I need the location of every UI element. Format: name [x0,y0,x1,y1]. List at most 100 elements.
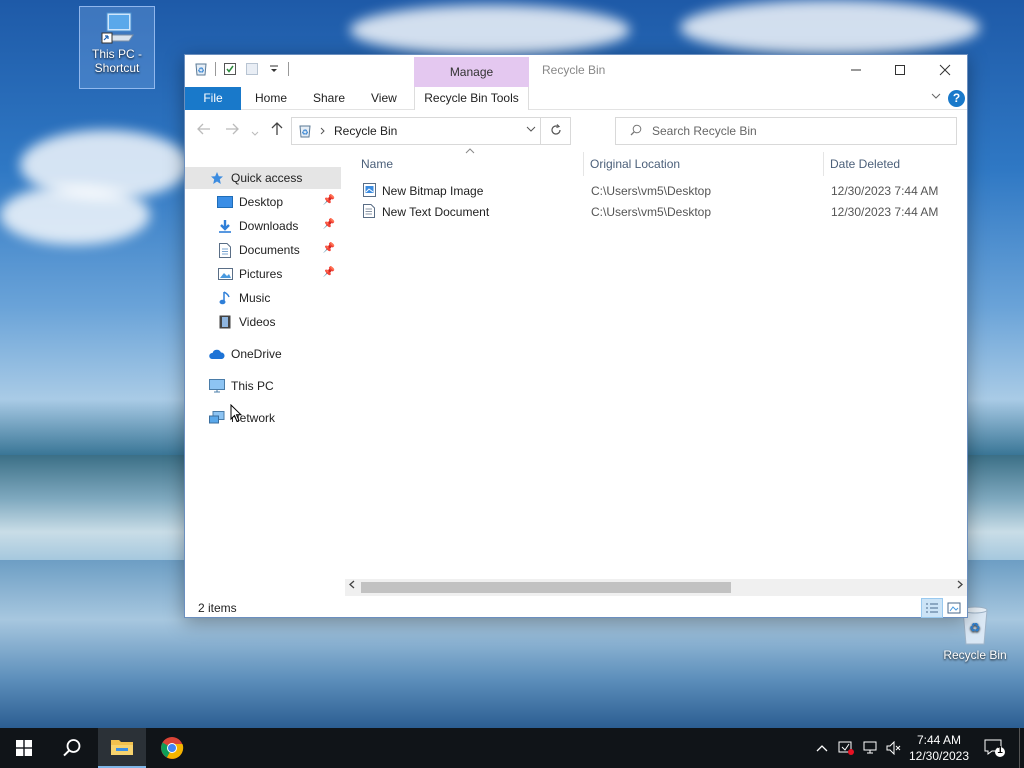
recycle-bin-small-icon: ♻ [299,125,311,138]
qat-separator [288,62,289,76]
document-icon [217,242,233,258]
pin-icon: 📌 [322,243,335,254]
up-button[interactable] [271,122,283,139]
nav-item-desktop[interactable]: Desktop 📌 [185,191,341,213]
nav-label: Pictures [239,267,283,281]
refresh-button[interactable] [540,118,570,144]
wallpaper-cloud [350,5,630,55]
search-input[interactable]: Search Recycle Bin [615,117,957,145]
item-count: 2 items [198,601,237,615]
tab-recycle-bin-tools[interactable]: Recycle Bin Tools [414,87,529,110]
file-original-location: C:\Users\vm5\Desktop [591,184,712,198]
explorer-window: ♻ Manage Recycle Bin File Home Share Vie… [184,54,968,618]
forward-arrow-icon [226,123,239,135]
scroll-right-icon[interactable] [957,580,963,592]
forward-button[interactable] [225,122,239,138]
taskbar-clock[interactable]: 7:44 AM 12/30/2023 [902,732,976,764]
tab-home[interactable]: Home [245,87,297,110]
nav-item-videos[interactable]: Videos [185,311,341,333]
text-document-icon [363,204,375,221]
address-dropdown-button[interactable] [526,124,536,136]
tab-view[interactable]: View [361,87,407,110]
film-icon [217,314,233,330]
search-icon [630,124,642,139]
show-desktop-button[interactable] [1019,728,1024,768]
clock-time: 7:44 AM [916,733,962,747]
sort-ascending-icon [465,146,475,157]
scroll-left-icon[interactable] [349,580,355,592]
ribbon-tabs: File Home Share View Recycle Bin Tools ? [185,87,967,110]
maximize-button[interactable] [877,55,923,85]
expand-ribbon-icon[interactable] [931,91,941,103]
customize-qat-icon[interactable] [266,61,282,77]
tab-file[interactable]: File [185,87,241,110]
nav-item-documents[interactable]: Documents 📌 [185,239,341,261]
nav-label: Documents [239,243,300,257]
nav-item-pictures[interactable]: Pictures 📌 [185,263,341,285]
manage-context-tab[interactable]: Manage [414,57,529,87]
breadcrumb-chevron-icon[interactable] [320,127,326,135]
nav-item-this-pc[interactable]: This PC [185,375,341,397]
pictures-icon [217,266,233,282]
close-button[interactable] [922,55,968,85]
column-divider[interactable] [823,152,824,176]
table-row[interactable]: New Text Document C:\Users\vm5\Desktop 1… [361,202,961,223]
tab-share[interactable]: Share [303,87,355,110]
volume-muted-icon[interactable] [886,728,902,768]
help-button[interactable]: ? [948,90,965,107]
computer-icon [100,12,134,44]
wallpaper-cloud [0,185,150,245]
start-button[interactable] [0,728,48,768]
minimize-button[interactable] [833,55,879,85]
wallpaper-cloud [680,0,980,55]
nav-item-music[interactable]: Music [185,287,341,309]
search-placeholder: Search Recycle Bin [652,124,757,138]
scrollbar-thumb[interactable] [361,582,731,593]
nav-label: Quick access [231,171,303,185]
navigation-pane: Quick access Desktop 📌 Downloads 📌 Docum… [185,152,341,595]
search-button[interactable] [48,728,96,768]
column-divider[interactable] [583,152,584,176]
large-icons-view-icon [947,602,961,614]
bitmap-image-icon [363,183,376,200]
desktop-icon-this-pc-shortcut[interactable]: This PC - Shortcut [79,6,155,89]
show-hidden-icons-button[interactable] [816,728,828,768]
horizontal-scrollbar[interactable] [345,579,967,596]
back-button[interactable] [197,122,211,138]
nav-item-network[interactable]: Network [185,407,341,429]
taskbar-chrome[interactable] [148,728,196,768]
clock-date: 12/30/2023 [908,749,970,763]
taskbar-file-explorer[interactable] [98,728,146,768]
nav-label: Desktop [239,195,284,209]
column-header-date-deleted[interactable]: Date Deleted [830,152,900,176]
music-note-icon [217,290,233,306]
nav-label: Downloads [239,219,299,233]
address-row: ♻ Recycle Bin Search Recycle Bin [185,110,967,152]
table-row[interactable]: New Bitmap Image C:\Users\vm5\Desktop 12… [361,181,961,202]
recent-locations-button[interactable] [251,124,259,140]
details-view-button[interactable] [921,598,943,618]
action-center-button[interactable]: 1 [984,728,1006,768]
desktop-icon-label: This PC - Shortcut [91,47,142,75]
network-tray-icon[interactable] [862,728,878,768]
search-icon [63,739,81,757]
title-bar[interactable]: ♻ Manage Recycle Bin [185,55,967,87]
security-tray-icon[interactable] [838,728,854,768]
large-icons-view-button[interactable] [943,598,965,618]
new-folder-icon[interactable] [244,61,260,77]
network-icon [209,410,225,426]
address-bar[interactable]: ♻ Recycle Bin [291,117,571,145]
breadcrumb-current[interactable]: Recycle Bin [334,124,397,138]
chevron-down-icon [251,131,259,136]
nav-label: Music [239,291,271,305]
column-header-original-location[interactable]: Original Location [590,152,680,176]
nav-item-downloads[interactable]: Downloads 📌 [185,215,341,237]
up-arrow-icon [271,122,283,135]
properties-icon[interactable] [222,61,238,77]
file-original-location: C:\Users\vm5\Desktop [591,205,712,219]
column-header-name[interactable]: Name [361,152,393,176]
desktop-folder-icon [217,194,233,210]
close-icon [939,64,951,76]
nav-item-quick-access[interactable]: Quick access [185,167,341,189]
nav-item-onedrive[interactable]: OneDrive [185,343,341,365]
